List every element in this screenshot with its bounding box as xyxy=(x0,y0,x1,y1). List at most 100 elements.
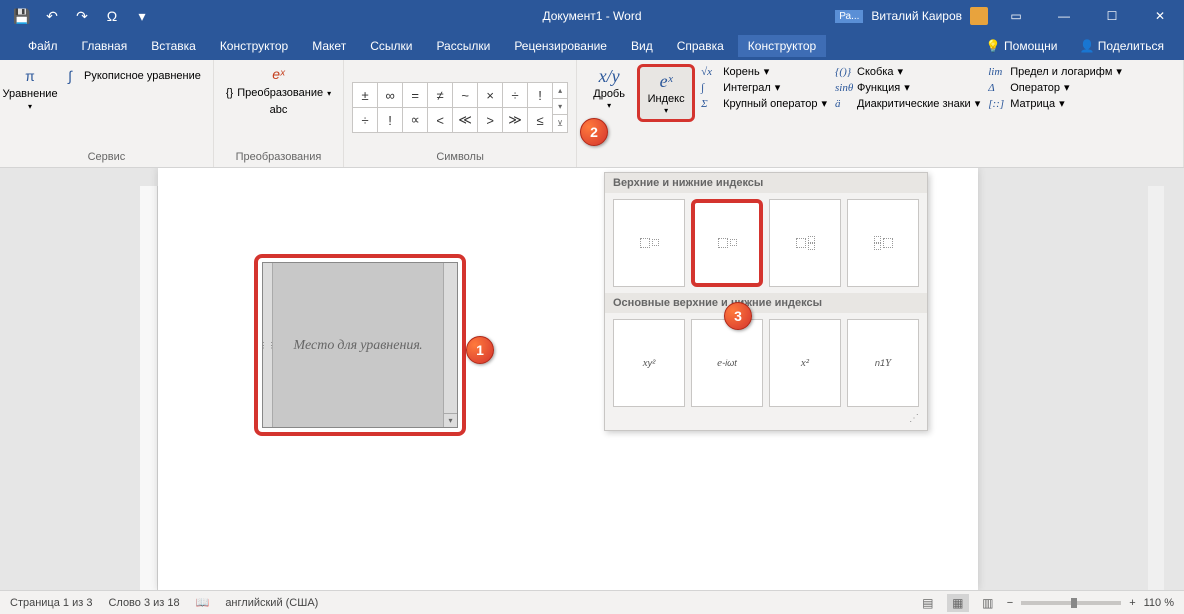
document-area xyxy=(0,168,1184,590)
tab-equation-design[interactable]: Конструктор xyxy=(738,35,826,57)
gallery-common-1[interactable]: e-iωt xyxy=(691,319,763,407)
status-words[interactable]: Слово 3 из 18 xyxy=(108,597,179,609)
root-icon: √x xyxy=(701,66,719,78)
close-button[interactable]: ✕ xyxy=(1140,2,1180,30)
index-icon: eˣ xyxy=(660,71,673,92)
maximize-button[interactable]: ☐ xyxy=(1092,2,1132,30)
qat-dropdown[interactable]: ▾ xyxy=(128,2,156,30)
status-language[interactable]: английский (США) xyxy=(225,597,318,609)
index-gallery: Верхние и нижние индексы Основные верхни… xyxy=(604,172,928,431)
view-web-layout[interactable]: ▥ xyxy=(977,594,999,612)
root-button[interactable]: √xКорень ▾ xyxy=(699,64,829,79)
fraction-button[interactable]: x/y Дробь ▾ xyxy=(585,64,633,112)
equation-content[interactable]: Место для уравнения. xyxy=(273,263,443,427)
sym-gg[interactable]: ≫ xyxy=(503,108,527,132)
user-avatar[interactable] xyxy=(970,7,988,25)
diacritic-button[interactable]: äДиакритические знаки ▾ xyxy=(833,96,982,111)
redo-button[interactable]: ↷ xyxy=(68,2,96,30)
sym-pm[interactable]: ± xyxy=(353,83,377,107)
share-badge: Ра... xyxy=(835,10,863,23)
index-button[interactable]: eˣ Индекс ▾ xyxy=(642,69,690,117)
gallery-common-0[interactable]: xy² xyxy=(613,319,685,407)
gallery-resize-grip[interactable]: ⋰ xyxy=(605,413,927,424)
user-name[interactable]: Виталий Каиров xyxy=(871,9,962,23)
ribbon: π Уравнение ▾ ∫ Рукописное уравнение Сер… xyxy=(0,60,1184,168)
sym-excl[interactable]: ! xyxy=(528,83,552,107)
minimize-button[interactable]: — xyxy=(1044,2,1084,30)
sym-propto[interactable]: ∝ xyxy=(403,108,427,132)
tell-me-button[interactable]: 💡 Помощни xyxy=(976,35,1068,57)
gallery-common-2[interactable]: x² xyxy=(769,319,841,407)
large-operator-button[interactable]: ΣКрупный оператор ▾ xyxy=(699,96,829,111)
sym-le[interactable]: ≤ xyxy=(528,108,552,132)
abc-button[interactable]: abc xyxy=(266,102,292,118)
zoom-slider[interactable] xyxy=(1021,601,1121,605)
bracket-button[interactable]: {()}Скобка ▾ xyxy=(833,64,982,79)
equation-handle[interactable]: ⋮⋮ xyxy=(263,263,273,427)
sym-inf[interactable]: ∞ xyxy=(378,83,402,107)
gallery-header-common: Основные верхние и нижние индексы xyxy=(605,293,927,313)
tab-view[interactable]: Вид xyxy=(621,35,663,57)
ink-equation-button[interactable]: ∫ Рукописное уравнение xyxy=(56,64,205,88)
omega-button[interactable]: Ω xyxy=(98,2,126,30)
sym-times[interactable]: × xyxy=(478,83,502,107)
operator-button[interactable]: ΔОператор ▾ xyxy=(986,80,1124,95)
gallery-presubsuper[interactable] xyxy=(847,199,919,287)
gallery-superscript[interactable] xyxy=(613,199,685,287)
share-button[interactable]: 👤 Поделиться xyxy=(1069,35,1174,57)
symbol-up[interactable]: ▴ xyxy=(553,83,567,99)
view-read-mode[interactable]: ▤ xyxy=(917,594,939,612)
save-button[interactable]: 💾 xyxy=(8,2,36,30)
zoom-level[interactable]: 110 % xyxy=(1144,597,1174,609)
function-button[interactable]: sinθФункция ▾ xyxy=(833,80,982,95)
tab-layout[interactable]: Макет xyxy=(302,35,356,57)
tab-mailings[interactable]: Рассылки xyxy=(426,35,500,57)
zoom-in-button[interactable]: + xyxy=(1129,597,1135,609)
sym-eq[interactable]: = xyxy=(403,83,427,107)
tab-review[interactable]: Рецензирование xyxy=(504,35,617,57)
ribbon-tabs: Файл Главная Вставка Конструктор Макет С… xyxy=(0,32,1184,60)
gallery-subsuperscript[interactable] xyxy=(769,199,841,287)
undo-button[interactable]: ↶ xyxy=(38,2,66,30)
ruler-vertical[interactable] xyxy=(140,186,158,590)
gallery-common-3[interactable]: n1Y xyxy=(847,319,919,407)
tab-design[interactable]: Конструктор xyxy=(210,35,298,57)
transform-button[interactable]: {}Преобразование▾ xyxy=(222,85,335,101)
matrix-button[interactable]: [::]Матрица ▾ xyxy=(986,96,1124,111)
status-page[interactable]: Страница 1 из 3 xyxy=(10,597,92,609)
equation-placeholder-box: ⋮⋮ Место для уравнения. ▾ xyxy=(254,254,466,436)
tab-help[interactable]: Справка xyxy=(667,35,734,57)
gallery-subscript[interactable] xyxy=(691,199,763,287)
view-print-layout[interactable]: ▦ xyxy=(947,594,969,612)
symbol-down[interactable]: ▾ xyxy=(553,99,567,115)
diacritic-icon: ä xyxy=(835,98,853,110)
limit-button[interactable]: limПредел и логарифм ▾ xyxy=(986,64,1124,79)
sym-excl2[interactable]: ! xyxy=(378,108,402,132)
tab-references[interactable]: Ссылки xyxy=(360,35,422,57)
sym-tilde[interactable]: ~ xyxy=(453,83,477,107)
symbol-more[interactable]: ⊻ xyxy=(553,115,567,132)
scrollbar-vertical[interactable] xyxy=(1148,186,1164,590)
equation-button[interactable]: π Уравнение ▾ xyxy=(8,64,52,113)
window-title: Документ1 - Word xyxy=(542,9,641,23)
equation-options-dropdown[interactable]: ▾ xyxy=(444,413,457,427)
tab-insert[interactable]: Вставка xyxy=(141,35,206,57)
ribbon-display-button[interactable]: ▭ xyxy=(996,2,1036,30)
zoom-out-button[interactable]: − xyxy=(1007,597,1013,609)
annotation-marker-3: 3 xyxy=(724,302,752,330)
matrix-icon: [::] xyxy=(988,98,1006,110)
group-label-transform: Преобразования xyxy=(222,151,335,165)
tab-home[interactable]: Главная xyxy=(72,35,138,57)
operator-icon: Δ xyxy=(988,82,1006,94)
integral-button[interactable]: ∫Интеграл ▾ xyxy=(699,80,829,95)
status-proofing-icon[interactable]: 📖 xyxy=(196,596,210,609)
sym-neq[interactable]: ≠ xyxy=(428,83,452,107)
tab-file[interactable]: Файл xyxy=(18,35,68,57)
sym-div[interactable]: ÷ xyxy=(503,83,527,107)
group-service: π Уравнение ▾ ∫ Рукописное уравнение Сер… xyxy=(0,60,214,167)
sym-gt[interactable]: > xyxy=(478,108,502,132)
symbol-grid[interactable]: ± ∞ = ≠ ~ × ÷ ! ÷ ! ∝ < ≪ > ≫ ≤ xyxy=(352,82,553,133)
sym-lt[interactable]: < xyxy=(428,108,452,132)
sym-ll[interactable]: ≪ xyxy=(453,108,477,132)
sym-div2[interactable]: ÷ xyxy=(353,108,377,132)
